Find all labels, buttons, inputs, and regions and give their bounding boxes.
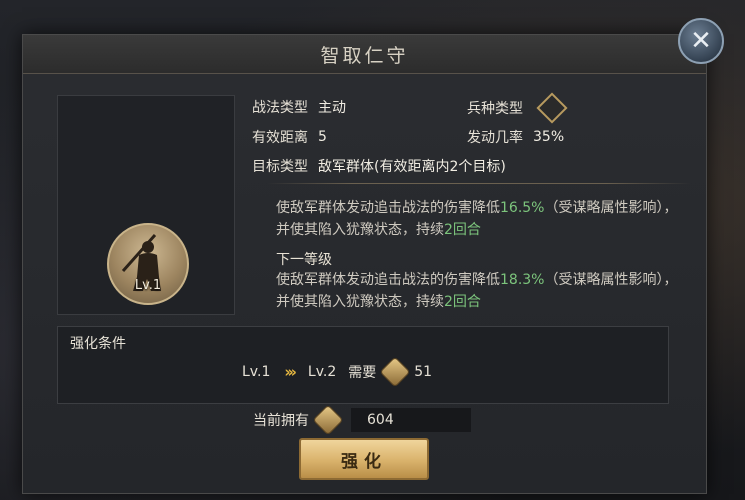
enhance-button[interactable]: 强化: [299, 438, 429, 480]
trigger-rate-value: 35%: [533, 129, 565, 145]
close-icon[interactable]: ✕: [678, 18, 724, 64]
owned-currency-icon: [312, 404, 344, 436]
warrior-portrait-icon: Lv.1: [107, 223, 189, 305]
current-effect-duration: 2回合: [444, 222, 481, 238]
trigger-rate-row: 发动几率 35%: [467, 127, 564, 147]
next-effect-value: 18.3%: [500, 272, 545, 288]
portrait-panel: Lv.1: [57, 95, 235, 315]
range-value: 5: [318, 129, 327, 145]
enhance-conditions-box: 强化条件 Lv.1 ››› Lv.2 需要 51: [57, 326, 669, 404]
tactic-dialog: 智取仁守 Lv.1 战法类型 主动 兵种类型 有效距离 5 发动几率 35% 目…: [22, 34, 707, 494]
owned-label: 当前拥有: [253, 413, 309, 429]
next-level-heading: 下一等级: [276, 252, 332, 268]
trigger-rate-label: 发动几率: [467, 130, 523, 146]
dialog-title-bar: 智取仁守: [23, 35, 706, 74]
from-level: Lv.1: [242, 364, 271, 380]
level-arrow-icon: ›››: [284, 363, 296, 381]
target-type-row: 目标类型 敌军群体(有效距离内2个目标): [252, 156, 506, 176]
range-label: 有效距离: [252, 130, 308, 146]
next-effect-prefix: 使敌军群体发动追击战法的伤害降低: [276, 272, 500, 288]
tactic-point-icon: [379, 356, 411, 388]
portrait-level: Lv.1: [134, 278, 162, 293]
description-box: 使敌军群体发动追击战法的伤害降低16.5%（受谋略属性影响），并使其陷入犹豫状态…: [266, 191, 691, 313]
next-effect-text: 使敌军群体发动追击战法的伤害降低18.3%（受谋略属性影响），并使其陷入犹豫状态…: [276, 269, 688, 313]
owned-row: 当前拥有 604: [253, 404, 471, 436]
enhance-requirement-row: Lv.1 ››› Lv.2 需要 51: [242, 356, 433, 388]
to-level: Lv.2: [307, 364, 337, 380]
current-effect-value: 16.5%: [500, 200, 545, 216]
tactic-portrait: Lv.1: [107, 223, 189, 305]
tactic-type-label: 战法类型: [252, 100, 308, 116]
next-effect-duration: 2回合: [444, 294, 481, 310]
target-type-label: 目标类型: [252, 159, 308, 175]
tactic-type-value: 主动: [318, 100, 346, 116]
troop-type-label: 兵种类型: [467, 101, 523, 117]
range-row: 有效距离 5: [252, 127, 327, 147]
target-type-value: 敌军群体(有效距离内2个目标): [318, 159, 506, 175]
troop-type-icon: [536, 92, 568, 124]
dialog-title: 智取仁守: [320, 44, 409, 67]
enhance-conditions-title: 强化条件: [70, 336, 126, 352]
current-effect-prefix: 使敌军群体发动追击战法的伤害降低: [276, 200, 500, 216]
owned-amount: 604: [351, 408, 471, 432]
current-effect-text: 使敌军群体发动追击战法的伤害降低16.5%（受谋略属性影响），并使其陷入犹豫状态…: [276, 197, 688, 241]
tactic-type-row: 战法类型 主动: [252, 97, 346, 117]
info-divider: [267, 183, 691, 184]
need-label: 需要: [348, 365, 377, 381]
need-amount: 51: [414, 364, 433, 380]
troop-type-row: 兵种类型: [467, 92, 568, 124]
